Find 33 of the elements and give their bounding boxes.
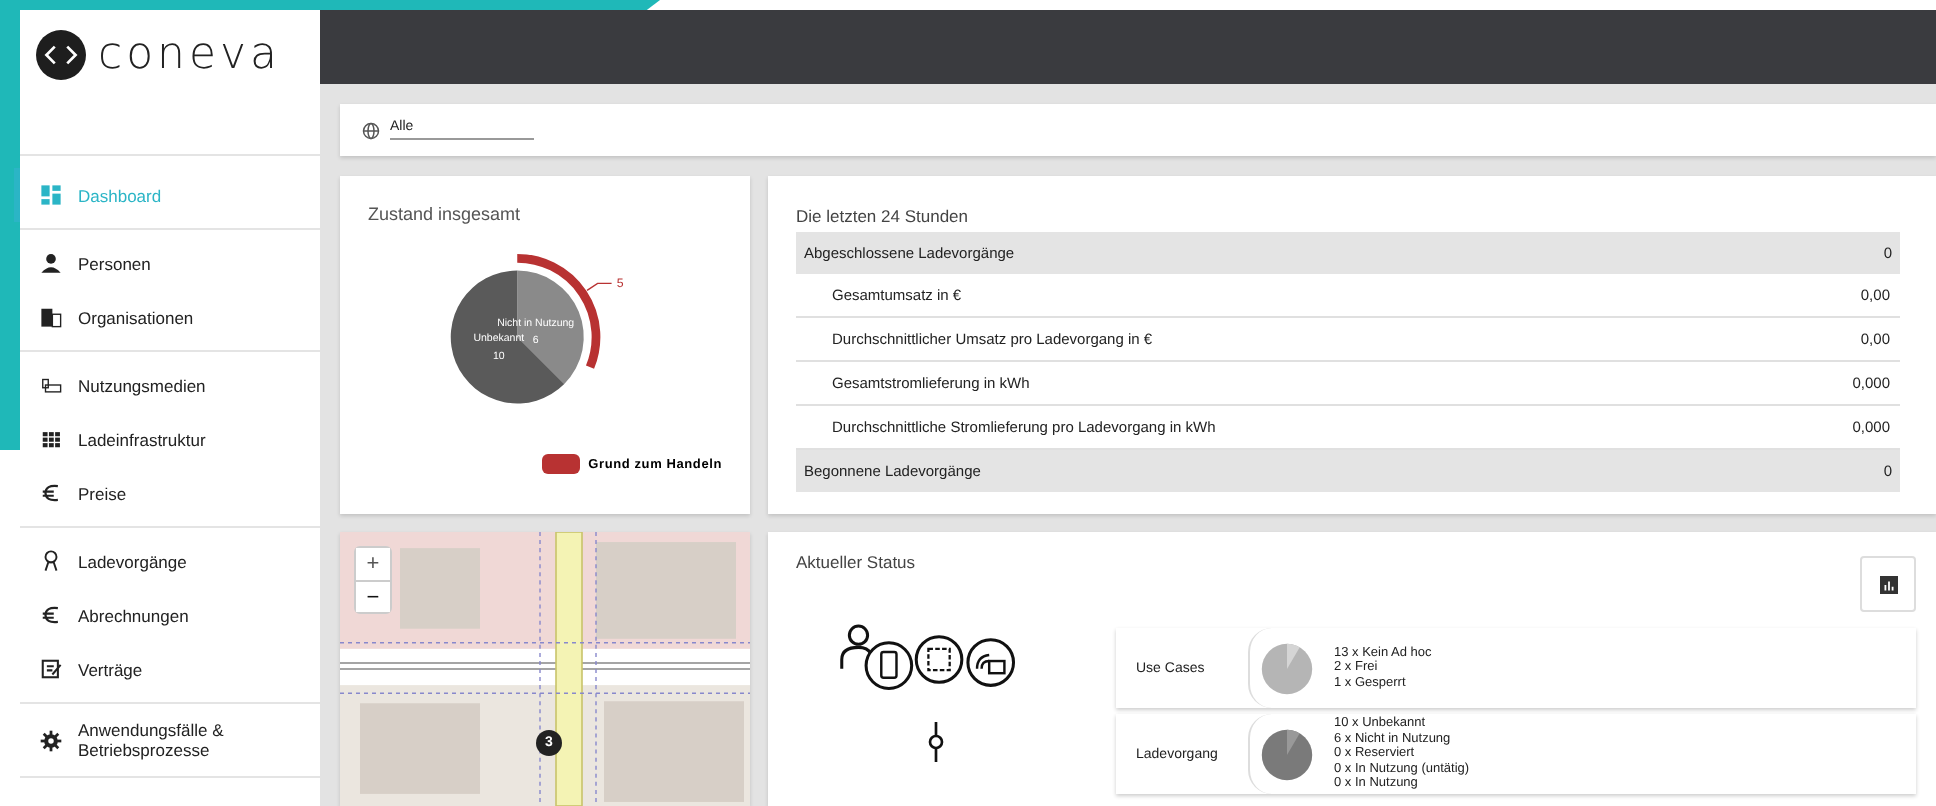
nav-item[interactable]: Organisationen [14,290,320,344]
logo-icon [36,29,86,79]
nav-icon [40,658,62,680]
nav-item[interactable]: Ladeinfrastruktur [14,412,320,466]
nav-icon [40,550,62,572]
nav-icon [40,306,62,328]
nav-item[interactable]: Personen [14,236,320,290]
nav-item[interactable]: Ladevorgänge [14,534,320,588]
nav-item[interactable]: Verträge [14,642,320,696]
nav-item[interactable]: Preise [14,466,320,520]
nav-icon [40,184,62,206]
nav-item[interactable]: Anwendungsfälle & Betriebsprozesse [14,710,320,770]
chart-button[interactable] [1860,556,1916,612]
globe-icon [362,121,380,139]
zoom-out-button[interactable]: − [356,580,390,612]
leader-line [586,282,613,292]
nav-icon [40,604,62,626]
connector-icon [928,720,944,764]
nav-item[interactable]: Nutzungsmedien [14,358,320,412]
nav-icon [40,729,62,751]
nav-icon [40,482,62,504]
mini-pie-icon [1259,641,1313,695]
chart-icon [1879,575,1897,593]
nav-icon [40,252,62,274]
logo-text: coneva [98,29,282,79]
mini-pie-icon [1259,727,1313,781]
nav-item[interactable]: Abrechnungen [14,588,320,642]
card-title: Zustand insgesamt [368,204,523,224]
nav-icon [40,428,62,450]
nav-icon [40,374,62,396]
card-title: Die letzten 24 Stunden [796,206,971,226]
legend-swatch [542,454,581,474]
card-title: Aktueller Status [796,552,916,572]
